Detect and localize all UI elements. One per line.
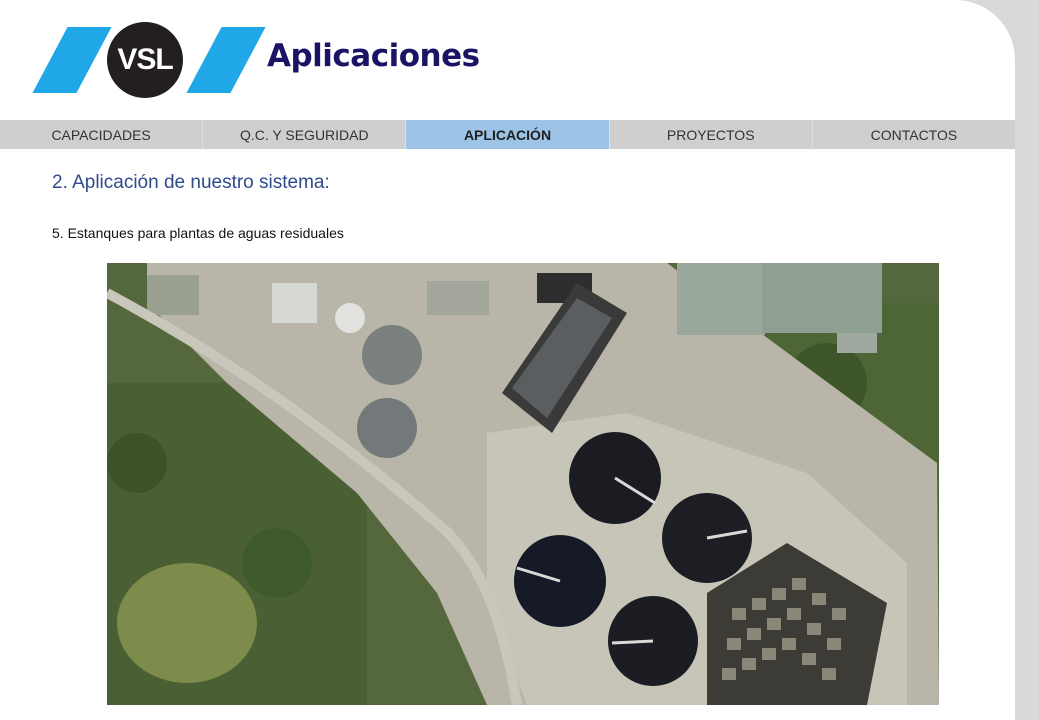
slide: VSL Aplicaciones CAPACIDADES Q.C. Y SEGU… [0,0,1039,720]
nav-item-qc-seguridad[interactable]: Q.C. Y SEGURIDAD [203,120,407,149]
nav-item-contactos[interactable]: CONTACTOS [813,120,1015,149]
right-margin [1015,80,1039,720]
sub-heading: 5. Estanques para plantas de aguas resid… [52,225,344,241]
vsl-logo: VSL [107,22,183,98]
nav-item-proyectos[interactable]: PROYECTOS [610,120,813,149]
section-heading: 2. Aplicación de nuestro sistema: [52,172,330,193]
logo-text: VSL [117,43,173,76]
aerial-photo-svg [107,263,939,705]
page-title: Aplicaciones [267,38,480,74]
nav-item-capacidades[interactable]: CAPACIDADES [0,120,204,149]
aerial-photo-icon [107,263,939,705]
nav-bar: CAPACIDADES Q.C. Y SEGURIDAD APLICACIÓN … [0,120,1015,149]
nav-item-aplicacion[interactable]: APLICACIÓN [406,120,610,149]
